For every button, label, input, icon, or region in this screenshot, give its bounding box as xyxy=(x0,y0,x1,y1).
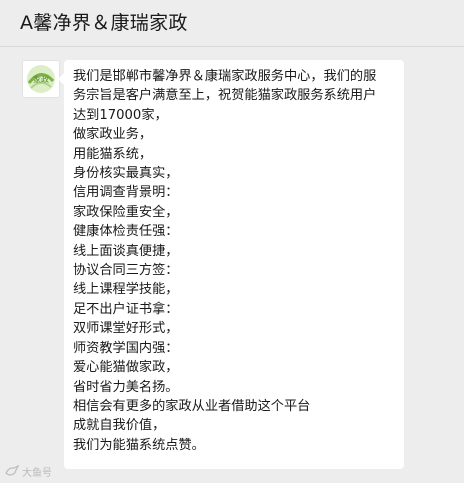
message-line: 务宗旨是客户满意至上，祝贺能猫家政服务系统用户 xyxy=(73,88,377,104)
watermark-text: 大鱼号 xyxy=(22,467,52,479)
housekeeping-logo-icon: 家政 xyxy=(23,61,59,97)
message-line: 师资教学国内强： xyxy=(73,340,179,356)
message-line: 达到17000家， xyxy=(73,107,168,123)
message-bubble[interactable]: 我们是邯郸市馨净界＆康瑞家政服务中心，我们的服 务宗旨是客户满意至上，祝贺能猫家… xyxy=(58,60,404,469)
message-line: 省时省力美名扬。 xyxy=(73,379,179,395)
chat-title: A馨净界＆康瑞家政 xyxy=(20,12,188,34)
message-line: 足不出户证书拿： xyxy=(73,301,179,317)
message-line: 健康体检责任强： xyxy=(73,224,179,240)
watermark: 大鱼号 xyxy=(5,463,52,479)
message-line: 我们为能猫系统点赞。 xyxy=(73,437,205,453)
message-line: 家政保险重安全， xyxy=(73,204,179,220)
message-line: 做家政业务， xyxy=(73,127,153,143)
message-line: 线上面谈真便捷， xyxy=(73,243,179,259)
message-line: 协议合同三方签： xyxy=(73,263,179,279)
bird-logo-icon xyxy=(5,465,19,476)
avatar-logo-text: 家政 xyxy=(33,74,49,84)
message-line: 用能猫系统， xyxy=(73,146,153,162)
message-line: 信用调查背景明： xyxy=(73,185,179,201)
bubble-tail xyxy=(58,73,64,85)
message-line: 相信会有更多的家政从业者借助这个平台 xyxy=(73,398,311,414)
chat-header: A馨净界＆康瑞家政 xyxy=(0,0,464,47)
avatar[interactable]: 家政 xyxy=(22,60,60,98)
message-line: 双师课堂好形式， xyxy=(73,321,179,337)
message-line: 线上课程学技能， xyxy=(73,282,179,298)
message-line: 身份核实最真实， xyxy=(73,166,179,182)
message-line: 爱心能猫做家政， xyxy=(73,360,179,376)
message-line: 成就自我价值， xyxy=(73,418,166,434)
message-line: 我们是邯郸市馨净界＆康瑞家政服务中心，我们的服 xyxy=(73,69,377,84)
